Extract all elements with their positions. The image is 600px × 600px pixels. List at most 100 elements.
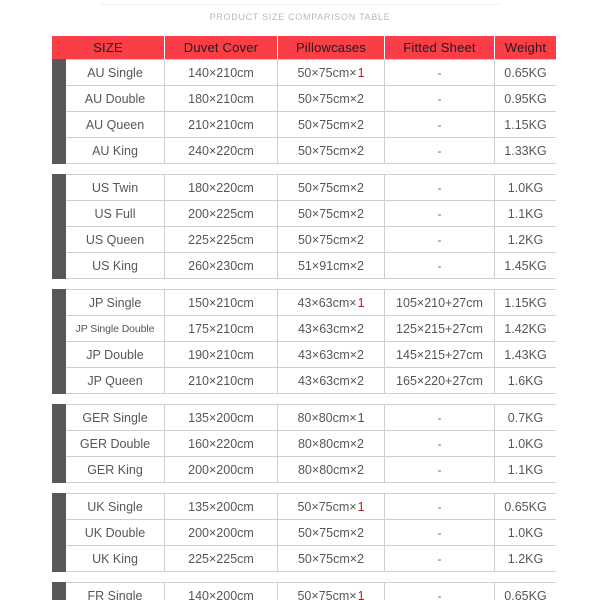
cell-weight: 1.1KG: [507, 206, 544, 221]
cell-pillow: 51×91cm×2: [278, 253, 385, 278]
cell-weight: 1.6KG: [507, 373, 544, 388]
cell-duvet: 210×210cm: [165, 112, 278, 137]
cell-fitted: -: [385, 86, 495, 111]
group-marker-bar: [52, 289, 66, 394]
cell-fitted: -: [385, 253, 495, 278]
table-row: US Twin 180×220cm 50×75cm×2-1.0KG: [66, 175, 556, 201]
cell-pillow: 50×75cm×2: [278, 546, 385, 571]
cell-size: JP Single Double: [66, 316, 165, 341]
cell-fitted: -: [385, 227, 495, 252]
cell-pillow: 43×63cm×2: [278, 316, 385, 341]
table-header-row: SIZE Duvet Cover Pillowcases Fitted Shee…: [52, 36, 556, 59]
cell-pillow: 80×80cm× 1: [278, 405, 385, 430]
cell-size: US King: [66, 253, 165, 278]
cell-fitted: -: [385, 112, 495, 137]
cell-pillow: 80×80cm×2: [278, 457, 385, 482]
cell-size: JP Single: [66, 290, 165, 315]
table-row: GER Double 160×220cm 80×80cm×2-1.0KG: [66, 431, 556, 457]
table-row: GER King 200×200cm 80×80cm×2-1.1KG: [66, 457, 556, 483]
group-rows: FR Single140×200cm50×75cm×1-0.65KGFR Dou…: [66, 582, 556, 600]
group-rows: UK Single 135×200cm 50×75cm× 1-0.65KG UK Dou…: [66, 493, 556, 572]
product-size-comparison-page: PRODUCT SIZE COMPARISON TABLE SIZE Duvet…: [0, 0, 600, 600]
cell-fitted: -: [385, 494, 495, 519]
column-header-size: SIZE: [52, 36, 165, 59]
cell-size: US Queen: [66, 227, 165, 252]
cell-pillow: 50×75cm×2: [278, 86, 385, 111]
cell-weight: 0.7KG: [507, 410, 544, 425]
pillowcase-dimensions: 80×80cm×: [297, 410, 357, 425]
cell-size: UK Double: [66, 520, 165, 545]
cell-pillow: 50×75cm× 1: [278, 583, 385, 600]
page-title: PRODUCT SIZE COMPARISON TABLE: [209, 12, 391, 22]
table-row: GER Single 135×200cm 80×80cm× 1-0.7KG: [66, 405, 556, 431]
pillowcase-dimensions: 50×75cm×: [297, 588, 357, 600]
size-group-ger: GER Single 135×200cm 80×80cm× 1-0.7KG GER Do…: [52, 404, 556, 483]
size-group-jp: JP Single 150×210cm 43×63cm× 1 105×210+27cm 1…: [52, 289, 556, 394]
cell-fitted: 125×215+27cm: [385, 316, 495, 341]
size-comparison-table: SIZE Duvet Cover Pillowcases Fitted Shee…: [52, 36, 556, 600]
cell-size: JP Double: [66, 342, 165, 367]
cell-duvet: 260×230cm: [165, 253, 278, 278]
cell-size: GER Single: [66, 405, 165, 430]
cell-pillow: 50×75cm×2: [278, 175, 385, 200]
size-group-fr: FR Single140×200cm50×75cm×1-0.65KGFR Dou…: [52, 582, 556, 600]
cell-duvet: 190×210cm: [165, 342, 278, 367]
pillowcase-quantity-accent: 1: [357, 295, 365, 310]
table-row: UK Double 200×200cm 50×75cm×2-1.0KG: [66, 520, 556, 546]
table-row: US Full 200×225cm 50×75cm×2-1.1KG: [66, 201, 556, 227]
pillowcase-dimensions: 50×75cm×: [297, 499, 357, 514]
cell-fitted: -: [385, 201, 495, 226]
cell-duvet: 140×210cm: [165, 60, 278, 85]
group-marker-bar: [52, 582, 66, 600]
cell-duvet: 175×210cm: [165, 316, 278, 341]
table-row: US Queen 225×225cm 50×75cm×2-1.2KG: [66, 227, 556, 253]
cell-duvet: 180×210cm: [165, 86, 278, 111]
cell-size: AU Double: [66, 86, 165, 111]
top-divider: [100, 4, 500, 5]
cell-weight: 1.2KG: [507, 232, 544, 247]
cell-duvet: 200×225cm: [165, 201, 278, 226]
cell-weight: 1.15KG: [504, 295, 547, 310]
cell-pillow: 43×63cm×2: [278, 342, 385, 367]
cell-weight: 1.2KG: [507, 551, 544, 566]
cell-duvet: 160×220cm: [165, 431, 278, 456]
cell-duvet: 150×210cm: [165, 290, 278, 315]
cell-weight: 1.43KG: [504, 347, 547, 362]
pillowcase-quantity-accent: 1: [357, 499, 365, 514]
cell-weight: 1.45KG: [504, 258, 547, 273]
pillowcase-dimensions: 43×63cm×: [297, 295, 357, 310]
table-row: AU Queen 210×210cm 50×75cm×2-1.15KG: [66, 112, 556, 138]
column-header-duvet-cover: Duvet Cover: [165, 36, 278, 59]
cell-size: AU Single: [66, 60, 165, 85]
cell-fitted: -: [385, 138, 495, 163]
pillowcase-quantity-accent: 1: [357, 410, 365, 425]
cell-size: UK King: [66, 546, 165, 571]
cell-size: FR Single: [66, 583, 165, 600]
table-row: AU Single 140×210cm 50×75cm× 1-0.65KG: [66, 60, 556, 86]
cell-duvet: 135×200cm: [165, 494, 278, 519]
cell-pillow: 43×63cm× 1: [278, 290, 385, 315]
cell-duvet: 225×225cm: [165, 227, 278, 252]
table-row: JP Single Double 175×210cm 43×63cm×2 125×21…: [66, 316, 556, 342]
cell-size: US Twin: [66, 175, 165, 200]
pillowcase-dimensions: 50×75cm×: [297, 65, 357, 80]
cell-pillow: 50×75cm×2: [278, 138, 385, 163]
group-marker-bar: [52, 174, 66, 279]
group-marker-bar: [52, 404, 66, 483]
cell-weight: 1.33KG: [504, 143, 547, 158]
cell-weight: 1.0KG: [507, 525, 544, 540]
cell-size: UK Single: [66, 494, 165, 519]
table-row: JP Single 150×210cm 43×63cm× 1 105×210+27cm 1…: [66, 290, 556, 316]
cell-duvet: 210×210cm: [165, 368, 278, 393]
pillowcase-quantity-accent: 1: [357, 65, 365, 80]
cell-pillow: 50×75cm× 1: [278, 494, 385, 519]
cell-pillow: 50×75cm× 1: [278, 60, 385, 85]
pillowcase-quantity-accent: 1: [357, 588, 365, 600]
cell-pillow: 50×75cm×2: [278, 112, 385, 137]
column-header-weight: Weight: [504, 40, 547, 55]
cell-weight: 1.42KG: [504, 321, 547, 336]
cell-weight: 1.15KG: [504, 117, 547, 132]
cell-fitted: -: [385, 457, 495, 482]
cell-fitted: -: [385, 431, 495, 456]
cell-fitted: 145×215+27cm: [385, 342, 495, 367]
